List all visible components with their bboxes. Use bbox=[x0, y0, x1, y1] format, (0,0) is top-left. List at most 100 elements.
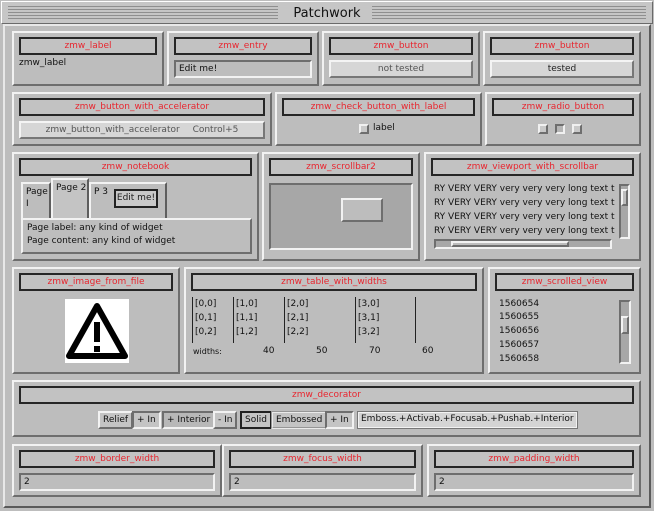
panel-title: zmw_button_with_accelerator bbox=[19, 98, 265, 116]
tab-edit-button[interactable]: Edit me! bbox=[114, 189, 158, 208]
decorator-panel: zmw_decorator Relief + In + Interior - I… bbox=[12, 380, 641, 437]
table-divider bbox=[284, 297, 285, 343]
decorator-relief-out[interactable]: - In bbox=[213, 411, 238, 429]
focus-width-panel: zmw_focus_width 2 bbox=[222, 444, 423, 497]
entry-panel: zmw_entry Edit me! bbox=[167, 31, 319, 86]
warning-icon bbox=[65, 299, 129, 363]
panel-title: zmw_radio_button bbox=[492, 98, 634, 116]
border-width-panel: zmw_border_width 2 bbox=[12, 444, 222, 497]
width-value: 50 bbox=[316, 346, 328, 356]
button1-panel: zmw_button not tested bbox=[322, 31, 480, 86]
viewport-line: RY VERY VERY very very very long text t bbox=[434, 226, 615, 236]
panel-title: zmw_focus_width bbox=[229, 450, 416, 468]
list-item: 1560655 bbox=[499, 312, 540, 322]
title-bar-grip-right bbox=[372, 6, 646, 20]
panel-title: zmw_scrollbar2 bbox=[269, 158, 413, 176]
table-cell: [1,0] bbox=[236, 299, 258, 309]
viewport-hscrollbar[interactable] bbox=[434, 239, 612, 249]
not-tested-button[interactable]: not tested bbox=[329, 60, 473, 78]
table-cell: [3,1] bbox=[358, 313, 380, 323]
panel-title: zmw_table_with_widths bbox=[191, 273, 477, 291]
decorator-relief[interactable]: Relief bbox=[98, 411, 134, 429]
panel-title: zmw_decorator bbox=[19, 386, 634, 404]
radio-button-3[interactable] bbox=[572, 124, 582, 134]
list-item: 1560657 bbox=[499, 340, 540, 350]
decorator-relief-in[interactable]: + In bbox=[132, 411, 161, 429]
scrolled-view-panel: zmw_scrolled_view 1560654 1560655 156065… bbox=[488, 267, 641, 374]
tab-page-1[interactable]: Page I bbox=[21, 182, 51, 220]
accelerator-button-label: zmw_button_with_accelerator bbox=[45, 125, 180, 135]
table-divider bbox=[355, 297, 356, 343]
scrollbar2-trough[interactable] bbox=[269, 183, 413, 250]
notebook-page: Page label: any kind of widget Page cont… bbox=[21, 218, 252, 254]
notebook-page-content: Page content: any kind of widget bbox=[27, 236, 176, 246]
padding-width-field[interactable]: 2 bbox=[434, 473, 634, 491]
table-panel: zmw_table_with_widths [0,0] [0,1] [0,2] … bbox=[184, 267, 484, 374]
scrolled-vscroll-thumb[interactable] bbox=[621, 316, 629, 334]
zmw-label-text: zmw_label bbox=[19, 58, 67, 68]
check-button-panel: zmw_check_button_with_label label bbox=[275, 92, 482, 146]
accelerator-button[interactable]: zmw_button_with_accelerator Control+5 bbox=[19, 121, 265, 139]
list-item: 1560656 bbox=[499, 326, 540, 336]
viewport-line: RY VERY VERY very very very long text t bbox=[434, 198, 615, 208]
viewport-vscrollbar[interactable] bbox=[619, 184, 630, 239]
panel-title: zmw_label bbox=[19, 37, 157, 55]
viewport-content: RY VERY VERY very very very long text t … bbox=[434, 184, 618, 236]
checkbox-label: label bbox=[373, 123, 395, 133]
focus-width-field[interactable]: 2 bbox=[229, 473, 416, 491]
tab-page-2[interactable]: Page 2 bbox=[51, 178, 89, 220]
notebook-page-label: Page label: any kind of widget bbox=[27, 223, 163, 233]
panel-title: zmw_entry bbox=[174, 37, 312, 55]
padding-width-panel: zmw_padding_width 2 bbox=[427, 444, 641, 497]
viewport-hscroll-thumb[interactable] bbox=[451, 241, 569, 247]
table-cell: [3,2] bbox=[358, 327, 380, 337]
list-item: 1560658 bbox=[499, 354, 540, 364]
width-value: 70 bbox=[369, 346, 381, 356]
decorator-embossed-in[interactable]: + In bbox=[325, 411, 354, 429]
table-cell: [3,0] bbox=[358, 299, 380, 309]
panel-title: zmw_check_button_with_label bbox=[282, 98, 475, 116]
viewport-panel: zmw_viewport_with_scrollbar RY VERY VERY… bbox=[424, 152, 641, 261]
table-cell: [0,2] bbox=[195, 327, 217, 337]
list-item: 1560654 bbox=[499, 299, 540, 309]
panel-title: zmw_scrolled_view bbox=[495, 273, 634, 291]
radio-button-2[interactable] bbox=[555, 124, 565, 134]
accelerator-shortcut: Control+5 bbox=[192, 125, 239, 135]
table-divider bbox=[233, 297, 234, 343]
table-cell: [0,0] bbox=[195, 299, 217, 309]
table-cell: [1,1] bbox=[236, 313, 258, 323]
accelerator-panel: zmw_button_with_accelerator zmw_button_w… bbox=[12, 92, 272, 146]
width-value: 40 bbox=[263, 346, 275, 356]
decorator-embossed[interactable]: Embossed bbox=[271, 411, 328, 429]
table-cell: [0,1] bbox=[195, 313, 217, 323]
viewport-vscroll-thumb[interactable] bbox=[621, 189, 628, 206]
decorator-solid[interactable]: Solid bbox=[240, 411, 272, 429]
border-width-field[interactable]: 2 bbox=[19, 473, 215, 491]
table-cell: [1,2] bbox=[236, 327, 258, 337]
image-panel: zmw_image_from_file bbox=[12, 267, 180, 374]
panel-title: zmw_notebook bbox=[19, 158, 252, 176]
panel-title: zmw_padding_width bbox=[434, 450, 634, 468]
entry-field[interactable]: Edit me! bbox=[174, 60, 312, 78]
radio-button-1[interactable] bbox=[538, 124, 548, 134]
radio-panel: zmw_radio_button bbox=[485, 92, 641, 146]
checkbox[interactable] bbox=[359, 124, 369, 134]
panel-title: zmw_border_width bbox=[19, 450, 215, 468]
label-panel: zmw_label zmw_label bbox=[12, 31, 164, 86]
viewport-line: RY VERY VERY very very very long text t bbox=[434, 184, 615, 194]
table-divider bbox=[192, 297, 193, 343]
decorator-emboss-all[interactable]: Emboss.+Activab.+Focusab.+Pushab.+Interi… bbox=[357, 411, 578, 429]
decorator-relief-interior[interactable]: + Interior bbox=[162, 411, 216, 429]
scrollbar2-panel: zmw_scrollbar2 bbox=[262, 152, 420, 261]
title-bar[interactable]: Patchwork bbox=[1, 1, 653, 24]
width-value: 60 bbox=[422, 346, 434, 356]
panel-title: zmw_image_from_file bbox=[19, 273, 173, 291]
table-cell: [2,0] bbox=[287, 299, 309, 309]
scrollbar2-thumb[interactable] bbox=[341, 198, 383, 222]
tested-button[interactable]: tested bbox=[490, 60, 634, 78]
notebook-panel: zmw_notebook Page I Page 2 P 3 Edit me! … bbox=[12, 152, 259, 261]
panel-title: zmw_viewport_with_scrollbar bbox=[431, 158, 634, 176]
widths-label: widths: bbox=[193, 347, 222, 356]
scrolled-vscrollbar[interactable] bbox=[619, 300, 631, 364]
panel-title: zmw_button bbox=[329, 37, 473, 55]
